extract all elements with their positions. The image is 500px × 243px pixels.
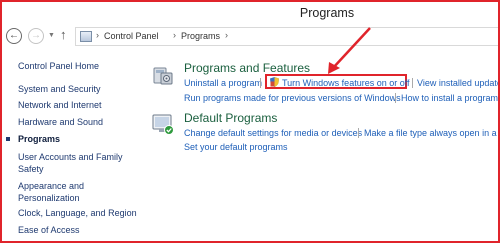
default-programs-title[interactable]: Default Programs [184,111,277,125]
window-frame: Programs ← → ▼ ↑ › Control Panel › Progr… [0,0,500,243]
sidebar-item-clock-language-region[interactable]: Clock, Language, and Region [18,207,137,219]
breadcrumb-control-panel[interactable]: Control Panel [104,31,159,41]
back-button[interactable]: ← [6,28,22,44]
breadcrumb-programs[interactable]: Programs [181,31,220,41]
link-divider [395,93,396,103]
breadcrumb-separator-icon[interactable]: › [96,30,99,40]
default-programs-icon[interactable] [152,113,174,135]
sidebar-item-user-accounts[interactable]: User Accounts and Family [18,151,123,163]
up-arrow-icon[interactable]: ↑ [60,27,67,42]
run-previous-versions-link[interactable]: Run programs made for previous versions … [184,92,401,104]
recent-pages-dropdown-icon[interactable]: ▼ [48,32,55,39]
breadcrumb-separator-icon[interactable]: › [173,30,176,40]
how-to-install-link[interactable]: How to install a program [401,92,498,104]
sidebar-item-appearance[interactable]: Appearance and [18,180,84,192]
navigation-bar: ← → ▼ ↑ › Control Panel › Programs › [6,26,498,48]
link-divider [260,78,261,88]
breadcrumb-separator-icon[interactable]: › [225,30,228,40]
address-bar[interactable]: › Control Panel › Programs › [75,27,498,46]
programs-and-features-icon[interactable] [152,64,174,86]
current-page-bullet-icon [6,137,10,141]
link-divider [412,78,413,88]
sidebar-item-network-and-internet[interactable]: Network and Internet [18,99,102,111]
change-media-settings-link[interactable]: Change default settings for media or dev… [184,127,362,139]
control-panel-icon [80,31,92,42]
turn-windows-features-link[interactable]: Turn Windows features on or off [282,77,410,89]
sidebar-item-control-panel-home[interactable]: Control Panel Home [18,60,99,72]
forward-button[interactable]: → [28,28,44,44]
programs-and-features-title[interactable]: Programs and Features [184,61,310,75]
sidebar-item-hardware-and-sound[interactable]: Hardware and Sound [18,116,103,128]
file-type-association-link[interactable]: Make a file type always open in a spec [364,127,498,139]
uninstall-program-link[interactable]: Uninstall a program [184,77,262,89]
window-title: Programs [299,6,355,20]
sidebar-item-user-accounts-line2[interactable]: Safety [18,163,44,175]
link-divider [358,128,359,138]
set-default-programs-link[interactable]: Set your default programs [184,141,288,153]
sidebar-item-appearance-line2[interactable]: Personalization [18,192,80,204]
uac-shield-icon [270,77,279,87]
sidebar-item-programs[interactable]: Programs [6,133,60,145]
sidebar-item-system-and-security[interactable]: System and Security [18,83,101,95]
sidebar-item-ease-of-access[interactable]: Ease of Access [18,224,80,236]
view-installed-updates-link[interactable]: View installed updates [417,77,498,89]
